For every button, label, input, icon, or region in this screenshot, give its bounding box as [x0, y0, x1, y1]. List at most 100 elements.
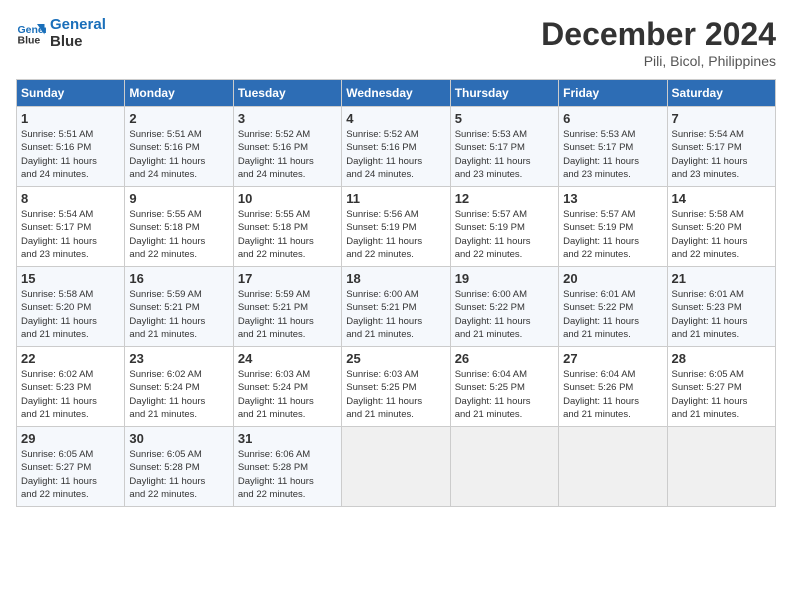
day-number: 18: [346, 271, 445, 286]
calendar-week-2: 8Sunrise: 5:54 AM Sunset: 5:17 PM Daylig…: [17, 187, 776, 267]
calendar-cell: 19 Sunrise: 6:00 AM Sunset: 5:22 PM Dayli…: [450, 267, 558, 347]
day-detail: Sunrise: 6:06 AM Sunset: 5:28 PM Dayligh…: [238, 448, 337, 501]
day-detail: Sunrise: 5:59 AM Sunset: 5:21 PM Dayligh…: [238, 288, 337, 341]
logo-line2: Blue: [50, 33, 106, 50]
day-number: 23: [129, 351, 228, 366]
day-detail: Sunrise: 6:00 AM Sunset: 5:21 PM Dayligh…: [346, 288, 445, 341]
day-number: 27: [563, 351, 662, 366]
day-number: 22: [21, 351, 120, 366]
day-detail: Sunrise: 6:03 AM Sunset: 5:25 PM Dayligh…: [346, 368, 445, 421]
calendar-cell: 27 Sunrise: 6:04 AM Sunset: 5:26 PM Dayli…: [559, 347, 667, 427]
day-detail: Sunrise: 5:51 AM Sunset: 5:16 PM Dayligh…: [21, 128, 120, 181]
day-number: 4: [346, 111, 445, 126]
calendar-cell: 16Sunrise: 5:59 AM Sunset: 5:21 PM Dayli…: [125, 267, 233, 347]
day-number: 9: [129, 191, 228, 206]
calendar-cell: 26 Sunrise: 6:04 AM Sunset: 5:25 PM Dayli…: [450, 347, 558, 427]
calendar-cell: 14 Sunrise: 5:58 AM Sunset: 5:20 PM Dayli…: [667, 187, 775, 267]
calendar-cell: 5Sunrise: 5:53 AM Sunset: 5:17 PM Daylig…: [450, 107, 558, 187]
day-number: 11: [346, 191, 445, 206]
day-header-saturday: Saturday: [667, 80, 775, 107]
title-block: December 2024 Pili, Bicol, Philippines: [541, 16, 776, 69]
day-detail: Sunrise: 5:55 AM Sunset: 5:18 PM Dayligh…: [238, 208, 337, 261]
day-detail: Sunrise: 6:04 AM Sunset: 5:26 PM Dayligh…: [563, 368, 662, 421]
logo-text-block: General Blue: [50, 16, 106, 50]
day-number: 1: [21, 111, 120, 126]
day-detail: Sunrise: 5:56 AM Sunset: 5:19 PM Dayligh…: [346, 208, 445, 261]
day-detail: Sunrise: 5:52 AM Sunset: 5:16 PM Dayligh…: [346, 128, 445, 181]
day-detail: Sunrise: 6:01 AM Sunset: 5:23 PM Dayligh…: [672, 288, 771, 341]
day-number: 31: [238, 431, 337, 446]
day-detail: Sunrise: 5:52 AM Sunset: 5:16 PM Dayligh…: [238, 128, 337, 181]
day-header-thursday: Thursday: [450, 80, 558, 107]
day-number: 3: [238, 111, 337, 126]
calendar-cell: 7 Sunrise: 5:54 AM Sunset: 5:17 PM Daylig…: [667, 107, 775, 187]
day-number: 30: [129, 431, 228, 446]
calendar-cell: 6 Sunrise: 5:53 AM Sunset: 5:17 PM Daylig…: [559, 107, 667, 187]
day-detail: Sunrise: 6:04 AM Sunset: 5:25 PM Dayligh…: [455, 368, 554, 421]
calendar-cell: 31 Sunrise: 6:06 AM Sunset: 5:28 PM Dayli…: [233, 427, 341, 507]
calendar-cell: [342, 427, 450, 507]
day-detail: Sunrise: 5:58 AM Sunset: 5:20 PM Dayligh…: [672, 208, 771, 261]
day-detail: Sunrise: 5:51 AM Sunset: 5:16 PM Dayligh…: [129, 128, 228, 181]
logo-line1: General: [50, 16, 106, 33]
day-number: 28: [672, 351, 771, 366]
day-number: 19: [455, 271, 554, 286]
day-detail: Sunrise: 5:58 AM Sunset: 5:20 PM Dayligh…: [21, 288, 120, 341]
day-header-sunday: Sunday: [17, 80, 125, 107]
calendar-cell: 28 Sunrise: 6:05 AM Sunset: 5:27 PM Dayli…: [667, 347, 775, 427]
calendar-cell: 8Sunrise: 5:54 AM Sunset: 5:17 PM Daylig…: [17, 187, 125, 267]
day-detail: Sunrise: 6:05 AM Sunset: 5:27 PM Dayligh…: [672, 368, 771, 421]
day-detail: Sunrise: 6:00 AM Sunset: 5:22 PM Dayligh…: [455, 288, 554, 341]
calendar-cell: 4 Sunrise: 5:52 AM Sunset: 5:16 PM Daylig…: [342, 107, 450, 187]
day-detail: Sunrise: 5:57 AM Sunset: 5:19 PM Dayligh…: [563, 208, 662, 261]
calendar-cell: 12Sunrise: 5:57 AM Sunset: 5:19 PM Dayli…: [450, 187, 558, 267]
calendar-cell: 17 Sunrise: 5:59 AM Sunset: 5:21 PM Dayli…: [233, 267, 341, 347]
calendar-cell: 25Sunrise: 6:03 AM Sunset: 5:25 PM Dayli…: [342, 347, 450, 427]
day-number: 2: [129, 111, 228, 126]
day-detail: Sunrise: 5:59 AM Sunset: 5:21 PM Dayligh…: [129, 288, 228, 341]
day-number: 10: [238, 191, 337, 206]
calendar-header-row: SundayMondayTuesdayWednesdayThursdayFrid…: [17, 80, 776, 107]
calendar-table: SundayMondayTuesdayWednesdayThursdayFrid…: [16, 79, 776, 507]
day-header-friday: Friday: [559, 80, 667, 107]
calendar-cell: [450, 427, 558, 507]
day-detail: Sunrise: 6:02 AM Sunset: 5:23 PM Dayligh…: [21, 368, 120, 421]
calendar-cell: 11 Sunrise: 5:56 AM Sunset: 5:19 PM Dayli…: [342, 187, 450, 267]
calendar-cell: 20Sunrise: 6:01 AM Sunset: 5:22 PM Dayli…: [559, 267, 667, 347]
svg-text:Blue: Blue: [18, 35, 41, 47]
day-number: 17: [238, 271, 337, 286]
month-title: December 2024: [541, 16, 776, 53]
day-number: 6: [563, 111, 662, 126]
day-detail: Sunrise: 5:54 AM Sunset: 5:17 PM Dayligh…: [672, 128, 771, 181]
page-header: General Blue General Blue December 2024 …: [16, 16, 776, 69]
calendar-cell: 30Sunrise: 6:05 AM Sunset: 5:28 PM Dayli…: [125, 427, 233, 507]
calendar-cell: 1 Sunrise: 5:51 AM Sunset: 5:16 PM Daylig…: [17, 107, 125, 187]
calendar-week-5: 29Sunrise: 6:05 AM Sunset: 5:27 PM Dayli…: [17, 427, 776, 507]
calendar-cell: 15 Sunrise: 5:58 AM Sunset: 5:20 PM Dayli…: [17, 267, 125, 347]
day-detail: Sunrise: 5:53 AM Sunset: 5:17 PM Dayligh…: [455, 128, 554, 181]
calendar-cell: 29Sunrise: 6:05 AM Sunset: 5:27 PM Dayli…: [17, 427, 125, 507]
calendar-cell: 3 Sunrise: 5:52 AM Sunset: 5:16 PM Daylig…: [233, 107, 341, 187]
day-number: 7: [672, 111, 771, 126]
day-number: 14: [672, 191, 771, 206]
day-detail: Sunrise: 6:03 AM Sunset: 5:24 PM Dayligh…: [238, 368, 337, 421]
calendar-cell: 21 Sunrise: 6:01 AM Sunset: 5:23 PM Dayli…: [667, 267, 775, 347]
day-number: 24: [238, 351, 337, 366]
calendar-cell: 9Sunrise: 5:55 AM Sunset: 5:18 PM Daylig…: [125, 187, 233, 267]
day-detail: Sunrise: 6:02 AM Sunset: 5:24 PM Dayligh…: [129, 368, 228, 421]
day-number: 15: [21, 271, 120, 286]
calendar-week-3: 15 Sunrise: 5:58 AM Sunset: 5:20 PM Dayli…: [17, 267, 776, 347]
calendar-body: 1 Sunrise: 5:51 AM Sunset: 5:16 PM Daylig…: [17, 107, 776, 507]
day-detail: Sunrise: 5:53 AM Sunset: 5:17 PM Dayligh…: [563, 128, 662, 181]
calendar-cell: 13Sunrise: 5:57 AM Sunset: 5:19 PM Dayli…: [559, 187, 667, 267]
location-subtitle: Pili, Bicol, Philippines: [541, 53, 776, 69]
calendar-cell: 24 Sunrise: 6:03 AM Sunset: 5:24 PM Dayli…: [233, 347, 341, 427]
day-number: 21: [672, 271, 771, 286]
calendar-cell: 23 Sunrise: 6:02 AM Sunset: 5:24 PM Dayli…: [125, 347, 233, 427]
day-detail: Sunrise: 6:05 AM Sunset: 5:27 PM Dayligh…: [21, 448, 120, 501]
day-number: 26: [455, 351, 554, 366]
calendar-cell: 10 Sunrise: 5:55 AM Sunset: 5:18 PM Dayli…: [233, 187, 341, 267]
calendar-cell: [559, 427, 667, 507]
day-header-tuesday: Tuesday: [233, 80, 341, 107]
calendar-cell: 2 Sunrise: 5:51 AM Sunset: 5:16 PM Daylig…: [125, 107, 233, 187]
